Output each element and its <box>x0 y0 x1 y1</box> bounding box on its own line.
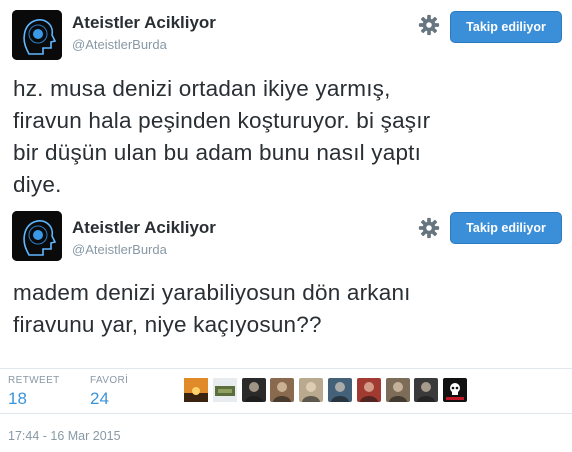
account-avatar[interactable] <box>12 10 62 60</box>
landscape-avatar[interactable] <box>212 378 237 402</box>
account-name[interactable]: Ateistler Acikliyor <box>72 218 216 238</box>
following-button[interactable]: Takip ediliyor <box>450 212 562 244</box>
tweet-text: hz. musa denizi ortadan ikiye yarmış, fi… <box>13 73 553 201</box>
portrait-avatar[interactable] <box>299 378 324 402</box>
portrait-avatar[interactable] <box>414 378 439 402</box>
tweet-text-line: firavunu yar, niye kaçıyosun?? <box>13 312 322 337</box>
tweet-text-line: bir düşün ulan bu adam bunu nasıl yaptı <box>13 140 422 165</box>
account-handle[interactable]: @AteistlerBurda <box>72 242 167 257</box>
sunset-avatar[interactable] <box>184 378 208 402</box>
skull-avatar[interactable] <box>443 378 468 402</box>
account-handle[interactable]: @AteistlerBurda <box>72 37 167 52</box>
portrait-avatar[interactable] <box>385 378 410 402</box>
portrait-avatar[interactable] <box>356 378 381 402</box>
head-profile-icon <box>12 211 62 261</box>
portrait-avatar[interactable] <box>327 378 352 402</box>
tweet-text-line: hz. musa denizi ortadan ikiye yarmış, <box>13 76 391 101</box>
tweet-text: madem denizi yarabiliyosun dön arkanı fi… <box>13 277 553 341</box>
gear-icon[interactable] <box>418 217 440 239</box>
tweet-text-line: madem denizi yarabiliyosun dön arkanı <box>13 280 411 305</box>
tweet-timestamp[interactable]: 17:44 - 16 Mar 2015 <box>8 429 121 443</box>
gear-icon[interactable] <box>418 14 440 36</box>
retweet-label: RETWEET <box>8 375 60 386</box>
account-avatar[interactable] <box>12 211 62 261</box>
tweet-text-line: firavun hala peşinden koşturuyor. bi şaş… <box>13 108 431 133</box>
favorite-count[interactable]: 24 <box>90 389 109 409</box>
favorite-label: FAVORİ <box>90 375 129 386</box>
tweet-text-line: diye. <box>13 172 62 197</box>
head-profile-icon <box>12 10 62 60</box>
account-name[interactable]: Ateistler Acikliyor <box>72 13 216 33</box>
portrait-avatar[interactable] <box>241 378 266 402</box>
favoriter-avatars <box>184 378 472 402</box>
portrait-avatar[interactable] <box>270 378 295 402</box>
retweet-count[interactable]: 18 <box>8 389 27 409</box>
following-button[interactable]: Takip ediliyor <box>450 11 562 43</box>
tweet-stats: RETWEET 18 FAVORİ 24 <box>0 368 572 414</box>
